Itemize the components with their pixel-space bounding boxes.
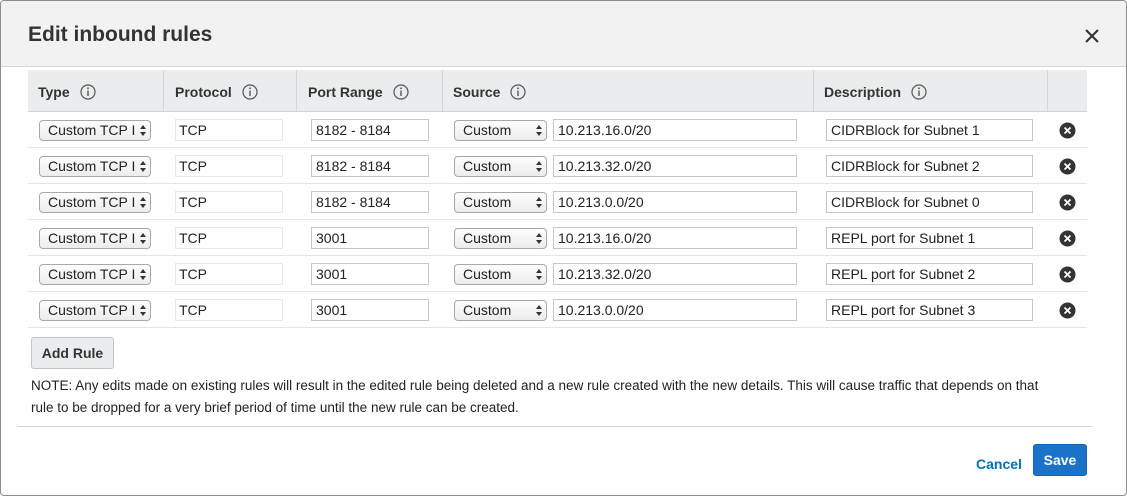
column-header-protocol: Protocol	[165, 70, 297, 112]
footer-divider	[17, 426, 1092, 427]
select-arrows-icon	[140, 233, 146, 244]
protocol-field: TCP	[175, 191, 283, 213]
info-icon[interactable]	[510, 84, 526, 100]
edit-inbound-rules-dialog: Edit inbound rules Type Protocol Port Ra…	[0, 0, 1127, 496]
rule-row: Custom TCP I TCP 3001 Custom 10.213.32.0…	[28, 256, 1087, 292]
select-arrows-icon	[536, 269, 542, 280]
description-input[interactable]: REPL port for Subnet 2	[826, 263, 1033, 285]
source-type-select[interactable]: Custom	[454, 228, 547, 249]
description-input[interactable]: REPL port for Subnet 3	[826, 299, 1033, 321]
source-type-select-value: Custom	[463, 158, 512, 174]
rule-row: Custom TCP I TCP 3001 Custom 10.213.0.0/…	[28, 292, 1087, 328]
remove-circle-icon[interactable]	[1059, 158, 1076, 175]
select-arrows-icon	[140, 197, 146, 208]
port-range-input[interactable]: 8182 - 8184	[311, 119, 429, 141]
port-range-input[interactable]: 3001	[311, 299, 429, 321]
source-cidr-input[interactable]: 10.213.16.0/20	[553, 227, 797, 249]
source-cidr-input[interactable]: 10.213.16.0/20	[553, 119, 797, 141]
type-select-value: Custom TCP I	[48, 158, 136, 174]
select-arrows-icon	[140, 161, 146, 172]
source-type-select-value: Custom	[463, 302, 512, 318]
dialog-title: Edit inbound rules	[28, 23, 213, 46]
info-icon[interactable]	[242, 84, 258, 100]
source-cidr-input[interactable]: 10.213.32.0/20	[553, 263, 797, 285]
column-header-description: Description	[814, 70, 1048, 112]
type-select[interactable]: Custom TCP I	[39, 300, 151, 321]
add-rule-button[interactable]: Add Rule	[31, 337, 114, 369]
close-icon[interactable]	[1081, 25, 1103, 47]
type-select[interactable]: Custom TCP I	[39, 156, 151, 177]
description-input[interactable]: CIDRBlock for Subnet 1	[826, 119, 1033, 141]
info-icon[interactable]	[911, 84, 927, 100]
select-arrows-icon	[536, 161, 542, 172]
dialog-header: Edit inbound rules	[1, 1, 1126, 67]
type-select[interactable]: Custom TCP I	[39, 228, 151, 249]
edit-warning-note: NOTE: Any edits made on existing rules w…	[31, 378, 1039, 415]
info-icon[interactable]	[392, 84, 409, 100]
type-select-value: Custom TCP I	[48, 302, 136, 318]
source-cidr-input[interactable]: 10.213.0.0/20	[553, 191, 797, 213]
source-type-select[interactable]: Custom	[454, 192, 547, 213]
cancel-button[interactable]: Cancel	[976, 456, 1022, 472]
port-range-input[interactable]: 3001	[311, 263, 429, 285]
remove-circle-icon[interactable]	[1059, 122, 1076, 139]
source-type-select[interactable]: Custom	[454, 264, 547, 285]
port-range-input[interactable]: 3001	[311, 227, 429, 249]
type-select[interactable]: Custom TCP I	[39, 120, 151, 141]
protocol-field: TCP	[175, 227, 283, 249]
source-type-select[interactable]: Custom	[454, 156, 547, 177]
select-arrows-icon	[536, 125, 542, 136]
source-type-select-value: Custom	[463, 194, 512, 210]
remove-circle-icon[interactable]	[1059, 266, 1076, 283]
type-select[interactable]: Custom TCP I	[39, 264, 151, 285]
type-select-value: Custom TCP I	[48, 194, 136, 210]
select-arrows-icon	[536, 233, 542, 244]
type-select-value: Custom TCP I	[48, 122, 136, 138]
description-input[interactable]: CIDRBlock for Subnet 0	[826, 191, 1033, 213]
info-icon[interactable]	[79, 84, 96, 100]
column-header-actions	[1048, 70, 1087, 112]
source-type-select-value: Custom	[463, 122, 512, 138]
rule-row: Custom TCP I TCP 8182 - 8184 Custom 10.2…	[28, 148, 1087, 184]
column-header-type: Type	[28, 70, 164, 112]
source-type-select-value: Custom	[463, 230, 512, 246]
protocol-field: TCP	[175, 119, 283, 141]
rule-row: Custom TCP I TCP 8182 - 8184 Custom 10.2…	[28, 112, 1087, 148]
remove-circle-icon[interactable]	[1059, 302, 1076, 319]
protocol-field: TCP	[175, 155, 283, 177]
select-arrows-icon	[140, 305, 146, 316]
rules-table-header: Type Protocol Port Range Source Descript…	[28, 70, 1087, 112]
column-header-protocol-label: Protocol	[175, 84, 232, 101]
source-type-select-value: Custom	[463, 266, 512, 282]
remove-circle-icon[interactable]	[1059, 194, 1076, 211]
description-input[interactable]: CIDRBlock for Subnet 2	[826, 155, 1033, 177]
select-arrows-icon	[536, 305, 542, 316]
type-select[interactable]: Custom TCP I	[39, 192, 151, 213]
rule-row: Custom TCP I TCP 8182 - 8184 Custom 10.2…	[28, 184, 1087, 220]
source-cidr-input[interactable]: 10.213.32.0/20	[553, 155, 797, 177]
column-header-description-label: Description	[824, 84, 902, 101]
column-header-port-range-label: Port Range	[308, 84, 383, 101]
source-cidr-input[interactable]: 10.213.0.0/20	[553, 299, 797, 321]
column-header-port-range: Port Range	[298, 70, 443, 112]
protocol-field: TCP	[175, 263, 283, 285]
column-header-type-label: Type	[38, 84, 70, 101]
select-arrows-icon	[536, 197, 542, 208]
source-type-select[interactable]: Custom	[454, 120, 547, 141]
save-button[interactable]: Save	[1033, 444, 1087, 476]
rule-row: Custom TCP I TCP 3001 Custom 10.213.16.0…	[28, 220, 1087, 256]
remove-circle-icon[interactable]	[1059, 230, 1076, 247]
port-range-input[interactable]: 8182 - 8184	[311, 155, 429, 177]
source-type-select[interactable]: Custom	[454, 300, 547, 321]
type-select-value: Custom TCP I	[48, 230, 136, 246]
type-select-value: Custom TCP I	[48, 266, 136, 282]
select-arrows-icon	[140, 269, 146, 280]
select-arrows-icon	[140, 125, 146, 136]
description-input[interactable]: REPL port for Subnet 1	[826, 227, 1033, 249]
column-header-source: Source	[443, 70, 814, 112]
port-range-input[interactable]: 8182 - 8184	[311, 191, 429, 213]
column-header-source-label: Source	[453, 84, 501, 101]
protocol-field: TCP	[175, 299, 283, 321]
